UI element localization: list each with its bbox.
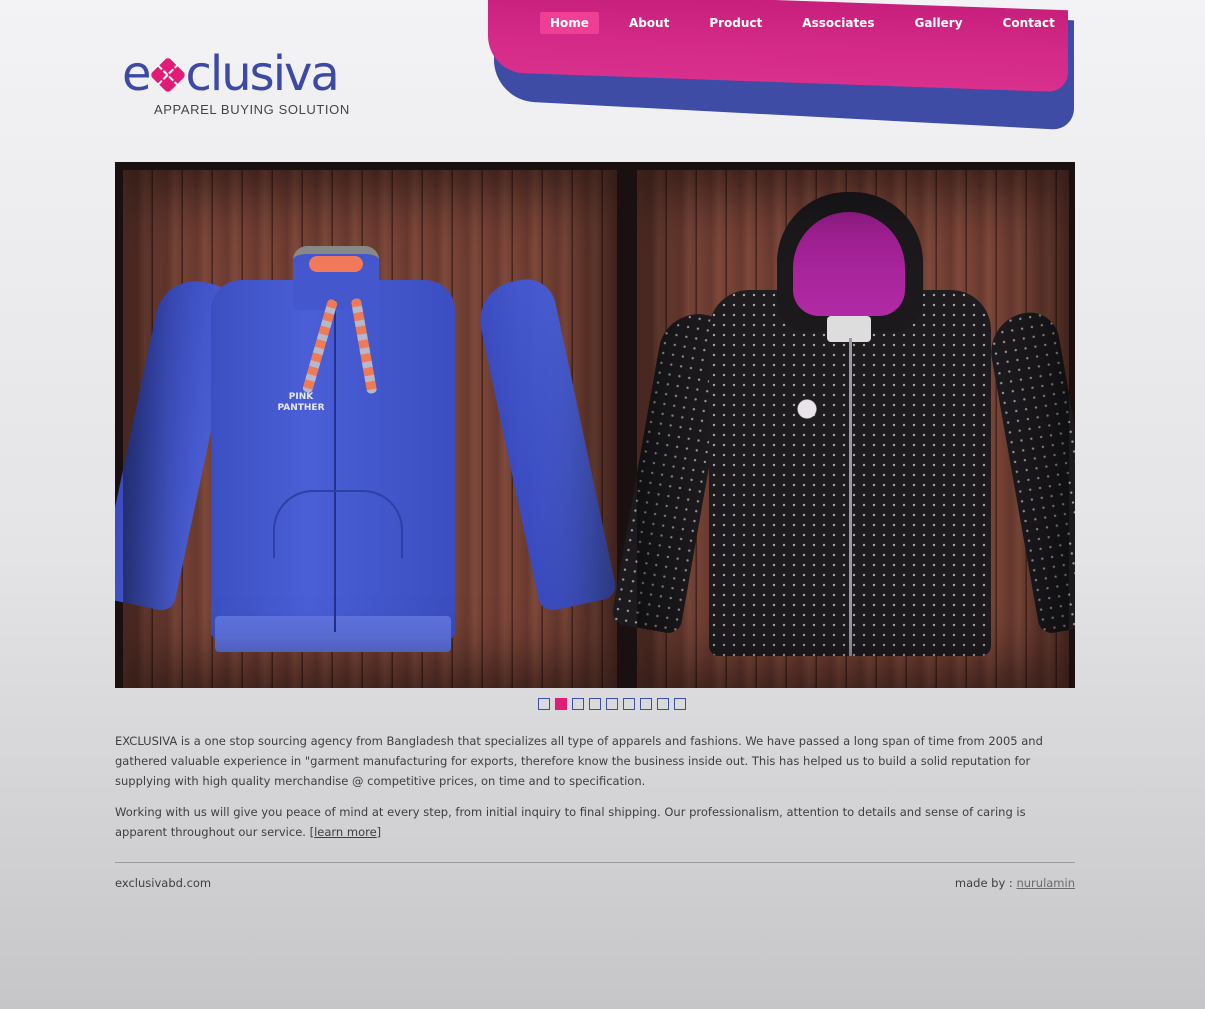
slide-dot-6[interactable] [623,698,635,710]
intro-paragraph-1: EXCLUSIVA is a one stop sourcing agency … [115,734,1043,788]
logo-suffix: clusiva [185,46,340,102]
slide-dot-3[interactable] [572,698,584,710]
intro-paragraph-2-text: Working with us will give you peace of m… [115,805,1026,839]
nav-associates[interactable]: Associates [792,12,884,34]
nav-gallery[interactable]: Gallery [904,12,972,34]
slide-dot-8[interactable] [657,698,669,710]
slide-dot-4[interactable] [589,698,601,710]
nav-items: Home About Product Associates Gallery Co… [540,12,1085,34]
slide-dot-7[interactable] [640,698,652,710]
author-link[interactable]: nurulamin [1016,876,1075,890]
nav-home[interactable]: Home [540,12,599,34]
logo-tagline: APPAREL BUYING SOLUTION [154,102,350,117]
site-logo[interactable]: e clusiva APPAREL BUYING SOLUTION [122,44,372,124]
nav-contact[interactable]: Contact [993,12,1065,34]
slide-panel-right [610,170,1075,688]
slide-pager [538,698,691,710]
footer-divider [115,862,1075,863]
nav-product[interactable]: Product [699,12,772,34]
footer-credit: made by : nurulamin [955,876,1075,890]
learn-more-link[interactable]: learn more [314,825,377,839]
made-by-label: made by : [954,876,1013,890]
intro-paragraph-2: Working with us will give you peace of m… [115,802,1075,842]
slide-dot-9[interactable] [674,698,686,710]
logo-x-icon [149,56,186,94]
slide-panel-left: PINK PANTHER [115,170,618,688]
logo-prefix: e [122,46,151,102]
slide-dot-1[interactable] [538,698,550,710]
logo-wordmark: e clusiva [122,44,340,104]
slide-dot-2[interactable] [555,698,567,710]
hero-slideshow[interactable]: PINK PANTHER [115,162,1075,688]
page: e clusiva APPAREL BUYING SOLUTION Home Ab… [0,0,1205,1009]
footer-site-name: exclusivabd.com [115,876,212,890]
main-navigation: Home About Product Associates Gallery Co… [488,0,1078,131]
bracket-close: ] [376,825,382,839]
nav-about[interactable]: About [619,12,679,34]
slide-dot-5[interactable] [606,698,618,710]
intro-content: EXCLUSIVA is a one stop sourcing agency … [115,731,1075,853]
